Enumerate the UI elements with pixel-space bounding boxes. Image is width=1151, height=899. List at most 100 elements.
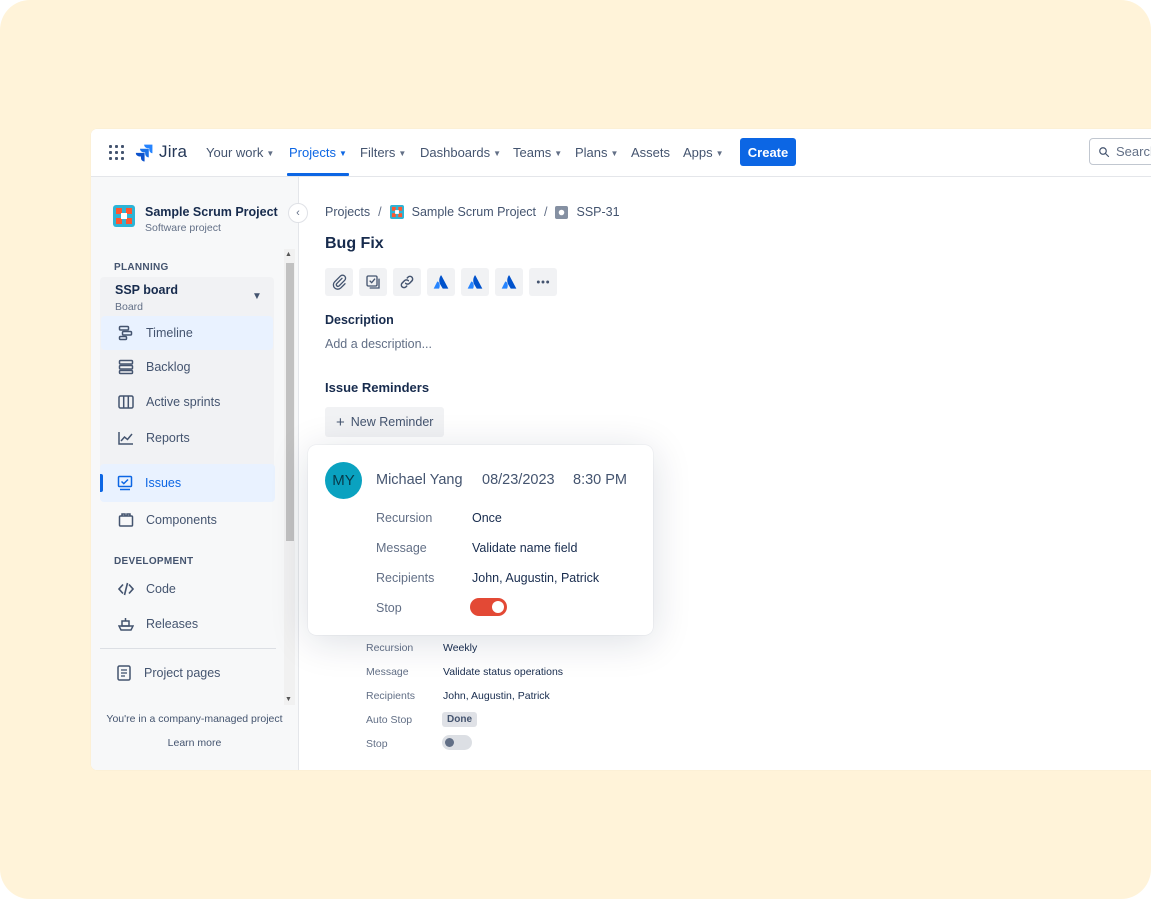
chevron-down-icon: ▼ — [715, 149, 724, 158]
search-icon — [1099, 146, 1110, 157]
reminder-time: 8:30 PM — [573, 472, 627, 488]
sidebar-item-active-sprints[interactable]: Active sprints — [101, 385, 273, 419]
atlassian-icon — [467, 275, 483, 289]
message-label: Message — [376, 541, 427, 555]
reports-chart-icon — [117, 429, 135, 447]
add-child-issue-button[interactable] — [359, 268, 387, 296]
sidebar-divider — [100, 648, 276, 649]
breadcrumb-projects[interactable]: Projects — [325, 205, 370, 219]
board-columns-icon — [117, 393, 135, 411]
sidebar-item-label: Releases — [146, 617, 199, 631]
child-issue-icon — [366, 275, 380, 289]
nav-label: Your work — [206, 145, 264, 160]
new-reminder-button[interactable]: + New Reminder — [325, 407, 445, 437]
new-reminder-label: New Reminder — [350, 415, 434, 429]
breadcrumb-project[interactable]: Sample Scrum Project — [412, 205, 536, 219]
project-name: Sample Scrum Project — [145, 205, 278, 219]
create-button[interactable]: Create — [740, 138, 796, 166]
recipients-label: Recipients — [376, 571, 435, 585]
sidebar-item-code[interactable]: Code — [101, 572, 273, 606]
sidebar-item-label: Backlog — [146, 360, 191, 374]
stop-label: Stop — [366, 738, 388, 750]
components-icon — [117, 511, 135, 529]
collapse-sidebar-button[interactable]: ‹ — [288, 203, 308, 223]
issue-type-icon — [555, 205, 569, 219]
nav-your-work[interactable]: Your work ▼ — [206, 129, 274, 176]
sidebar-item-project-pages[interactable]: Project pages — [101, 656, 273, 690]
jira-window: Jira Your work ▼ Projects ▼ Filters ▼ Dashb… — [91, 129, 1151, 770]
stop-toggle[interactable] — [442, 735, 472, 750]
message-value: Validate status operations — [443, 666, 564, 678]
message-label: Message — [366, 666, 409, 678]
jira-logo[interactable]: Jira — [135, 142, 187, 162]
nav-filters[interactable]: Filters ▼ — [360, 129, 406, 176]
company-managed-note: You're in a company-managed project — [106, 713, 283, 725]
chevron-down-icon: ▼ — [610, 149, 619, 158]
scroll-down-arrow-icon[interactable]: ▼ — [285, 696, 292, 703]
breadcrumb: Projects / Sample Scrum Project / SSP-31 — [325, 205, 620, 219]
atlassian-icon — [501, 275, 517, 289]
reminder-date: 08/23/2023 — [482, 472, 555, 488]
project-header[interactable]: Sample Scrum Project Software project — [113, 205, 278, 234]
breadcrumb-separator: / — [544, 205, 548, 219]
chevron-down-icon: ▼ — [398, 149, 407, 158]
chevron-down-icon: ▼ — [338, 149, 347, 158]
recipients-label: Recipients — [366, 690, 416, 702]
nav-projects[interactable]: Projects ▼ — [287, 129, 349, 176]
sidebar-item-label: Code — [146, 582, 176, 596]
auto-stop-label: Auto Stop — [366, 714, 413, 726]
jira-logo-text: Jira — [159, 142, 188, 161]
issue-reminders-label: Issue Reminders — [325, 380, 430, 395]
nav-teams[interactable]: Teams ▼ — [513, 129, 562, 176]
nav-dashboards[interactable]: Dashboards ▼ — [420, 129, 501, 176]
ship-icon — [117, 615, 135, 633]
toggle-knob — [445, 738, 454, 747]
recipients-value: John, Augustin, Patrick — [443, 690, 550, 702]
scrollbar-thumb[interactable] — [286, 263, 294, 541]
scroll-up-arrow-icon[interactable]: ▲ — [285, 251, 292, 258]
atlassian-app-button[interactable] — [427, 268, 455, 296]
sidebar-item-backlog[interactable]: Backlog — [101, 350, 273, 384]
sidebar-item-issues[interactable]: Issues — [100, 464, 275, 502]
chevron-left-icon: ‹ — [296, 207, 300, 219]
nav-label: Projects — [289, 145, 336, 160]
board-subtitle: Board — [115, 301, 144, 313]
description-input[interactable]: Add a description... — [325, 337, 432, 351]
sidebar-item-label: Components — [146, 513, 217, 527]
sidebar-item-reports[interactable]: Reports — [101, 421, 273, 455]
chevron-down-icon: ▼ — [493, 149, 502, 158]
jira-logo-icon — [135, 144, 153, 162]
atlassian-app-button[interactable] — [495, 268, 523, 296]
link-issue-button[interactable] — [393, 268, 421, 296]
sidebar-item-label: Issues — [145, 476, 182, 490]
development-section-label: DEVELOPMENT — [114, 556, 194, 567]
page-background: Jira Your work ▼ Projects ▼ Filters ▼ Dashb… — [0, 0, 1151, 899]
app-switcher-icon[interactable] — [109, 145, 124, 160]
plus-icon: + — [336, 413, 345, 431]
breadcrumb-issue-key[interactable]: SSP-31 — [576, 205, 619, 219]
sidebar-item-label: Project pages — [144, 666, 221, 680]
atlassian-app-button[interactable] — [461, 268, 489, 296]
sidebar-item-releases[interactable]: Releases — [101, 607, 273, 641]
issue-title[interactable]: Bug Fix — [325, 235, 384, 253]
learn-more-link[interactable]: Learn more — [91, 737, 298, 749]
sidebar-item-timeline[interactable]: Timeline — [101, 316, 273, 350]
more-actions-button[interactable] — [529, 268, 557, 296]
nav-plans[interactable]: Plans ▼ — [575, 129, 618, 176]
description-label: Description — [325, 313, 394, 327]
attach-button[interactable] — [325, 268, 353, 296]
chevron-down-icon[interactable]: ▼ — [252, 291, 262, 302]
reminder-card[interactable]: MY Michael Yang 08/23/2023 8:30 PM Recur… — [308, 445, 653, 635]
recursion-label: Recursion — [366, 642, 414, 654]
nav-apps[interactable]: Apps ▼ — [683, 129, 724, 176]
nav-assets[interactable]: Assets — [631, 129, 670, 176]
project-avatar-icon — [113, 205, 135, 227]
sidebar-item-label: Active sprints — [146, 395, 221, 409]
stop-toggle[interactable] — [470, 598, 507, 616]
nav-label: Apps — [683, 145, 713, 160]
sidebar-item-components[interactable]: Components — [101, 503, 273, 537]
search-input[interactable]: Search — [1089, 138, 1151, 165]
sidebar-scrollbar[interactable]: ▲ ▼ — [284, 249, 295, 705]
toggle-knob — [492, 601, 504, 613]
recursion-value: Weekly — [443, 642, 478, 654]
